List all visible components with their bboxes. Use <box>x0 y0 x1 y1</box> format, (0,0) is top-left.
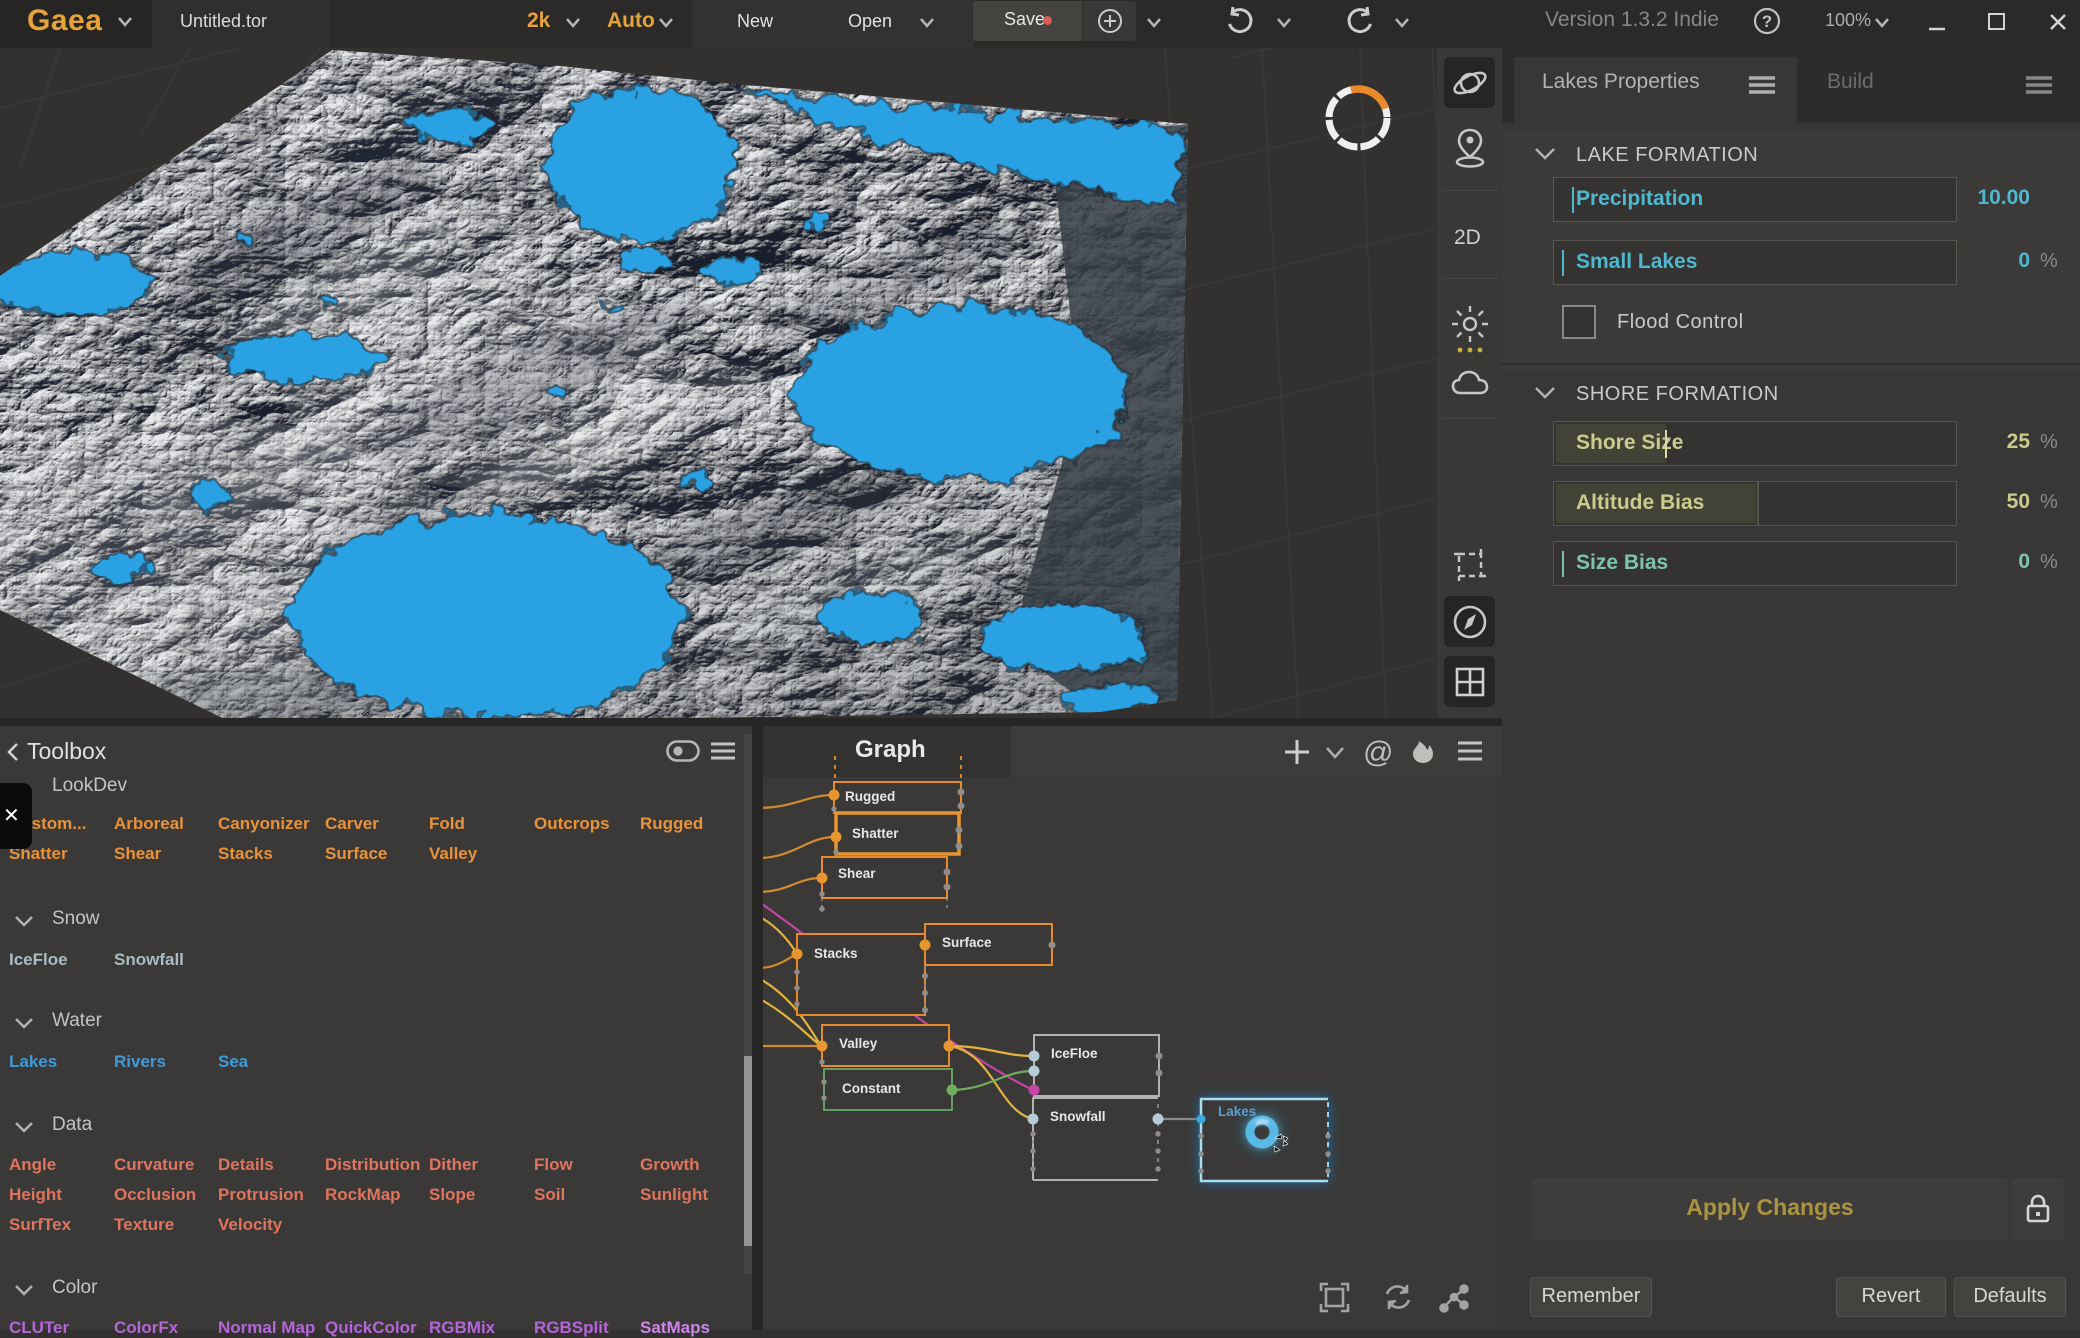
svg-text:Rugged: Rugged <box>845 789 895 804</box>
svg-text:IceFloe: IceFloe <box>1051 1046 1098 1061</box>
svg-text:Valley: Valley <box>839 1036 878 1051</box>
svg-text:Surface: Surface <box>942 935 992 950</box>
svg-text:Shatter: Shatter <box>852 826 899 841</box>
svg-text:Shear: Shear <box>838 866 876 881</box>
svg-text:Constant: Constant <box>842 1081 901 1096</box>
svg-text:Snowfall: Snowfall <box>1050 1109 1106 1124</box>
svg-text:?: ? <box>1762 12 1772 31</box>
svg-text:Stacks: Stacks <box>814 946 858 961</box>
